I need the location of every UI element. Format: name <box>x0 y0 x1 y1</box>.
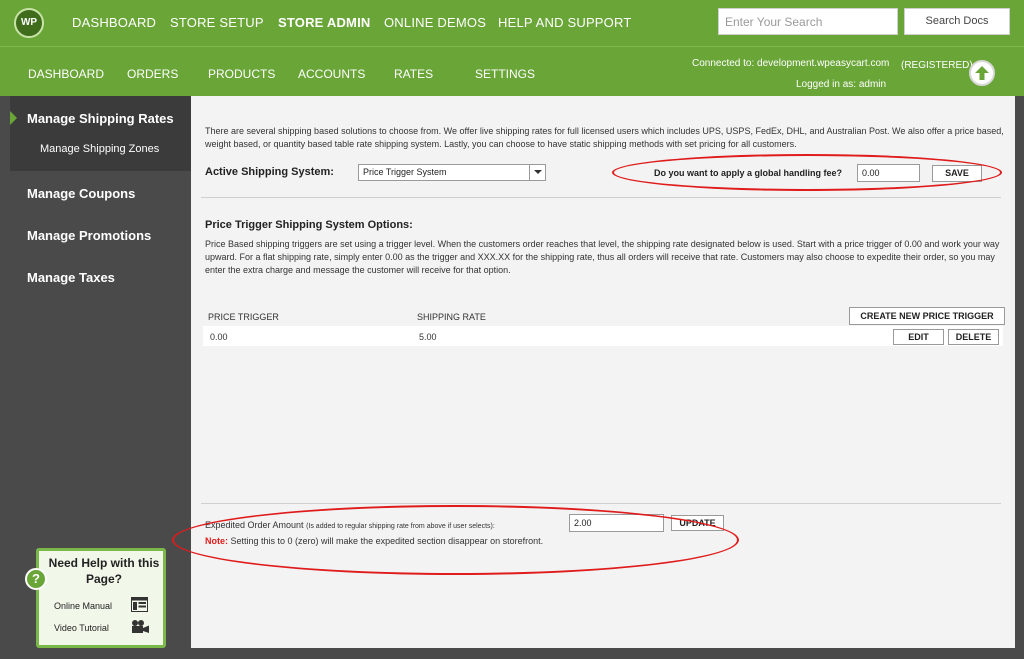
top-nav-store-setup[interactable]: STORE SETUP <box>170 15 264 30</box>
top-bar: WP DASHBOARD STORE SETUP STORE ADMIN ONL… <box>0 0 1024 46</box>
sidebar-item-promotions[interactable]: Manage Promotions <box>27 228 151 243</box>
search-input[interactable] <box>718 8 898 35</box>
section-divider-bottom <box>201 503 1001 504</box>
chevron-down-icon <box>529 165 545 180</box>
sub-nav-orders[interactable]: ORDERS <box>127 67 178 81</box>
footer-bar <box>0 648 1024 659</box>
create-price-trigger-button[interactable]: CREATE NEW PRICE TRIGGER <box>849 307 1005 325</box>
wp-easycart-logo[interactable]: WP <box>14 8 44 38</box>
section-divider <box>201 197 1001 198</box>
sub-nav-bar: DASHBOARD ORDERS PRODUCTS ACCOUNTS RATES… <box>0 46 1024 96</box>
video-camera-icon[interactable] <box>131 619 150 634</box>
sidebar-active-section <box>10 96 191 171</box>
expedited-highlight <box>172 505 739 575</box>
scroll-up-button[interactable] <box>969 60 995 86</box>
help-question-icon[interactable]: ? <box>25 568 47 590</box>
top-nav-store-admin[interactable]: STORE ADMIN <box>278 15 370 30</box>
column-header-shipping-rate: SHIPPING RATE <box>417 312 486 322</box>
options-title: Price Trigger Shipping System Options: <box>205 219 413 231</box>
column-header-price-trigger: PRICE TRIGGER <box>208 312 279 322</box>
sidebar-item-shipping-rates[interactable]: Manage Shipping Rates <box>27 111 174 126</box>
active-tab-pointer <box>401 86 415 93</box>
top-nav-dashboard[interactable]: DASHBOARD <box>72 15 156 30</box>
handling-fee-highlight <box>612 154 1002 191</box>
delete-button[interactable]: DELETE <box>948 329 999 345</box>
active-system-label: Active Shipping System: <box>205 166 334 178</box>
table-row <box>203 326 1003 346</box>
top-nav-help-support[interactable]: HELP AND SUPPORT <box>498 15 632 30</box>
sub-nav-settings[interactable]: SETTINGS <box>475 67 535 81</box>
sub-nav-products[interactable]: PRODUCTS <box>208 67 275 81</box>
search-docs-button[interactable]: Search Docs <box>904 8 1010 35</box>
online-manual-link[interactable]: Online Manual <box>54 601 112 611</box>
manual-icon[interactable] <box>131 597 148 612</box>
help-box: Need Help with this Page? Online Manual … <box>36 548 166 648</box>
logged-in-text: Logged in as: admin <box>796 79 887 90</box>
sidebar-item-shipping-zones[interactable]: Manage Shipping Zones <box>40 143 159 155</box>
row-price-trigger: 0.00 <box>210 332 228 342</box>
edit-button[interactable]: EDIT <box>893 329 944 345</box>
sidebar-item-taxes[interactable]: Manage Taxes <box>27 270 115 285</box>
sidebar-item-coupons[interactable]: Manage Coupons <box>27 186 135 201</box>
sub-nav-rates[interactable]: RATES <box>394 67 433 81</box>
connected-text: Connected to: development.wpeasycart.com <box>692 58 890 69</box>
row-shipping-rate: 5.00 <box>419 332 437 342</box>
arrow-up-icon <box>975 66 989 80</box>
top-nav-online-demos[interactable]: ONLINE DEMOS <box>384 15 486 30</box>
options-description: Price Based shipping triggers are set us… <box>205 239 1000 275</box>
intro-text: There are several shipping based solutio… <box>205 126 1004 149</box>
main-content: There are several shipping based solutio… <box>172 96 1015 648</box>
video-tutorial-link[interactable]: Video Tutorial <box>54 623 109 633</box>
shipping-system-select[interactable]: Price Trigger System <box>358 164 546 181</box>
help-title: Need Help with this Page? <box>48 556 160 586</box>
sub-nav-dashboard[interactable]: DASHBOARD <box>28 67 104 81</box>
sidebar-active-marker <box>10 111 17 125</box>
shipping-system-value: Price Trigger System <box>363 167 447 177</box>
sub-nav-accounts[interactable]: ACCOUNTS <box>298 67 365 81</box>
registered-badge: (REGISTERED) <box>901 60 973 71</box>
